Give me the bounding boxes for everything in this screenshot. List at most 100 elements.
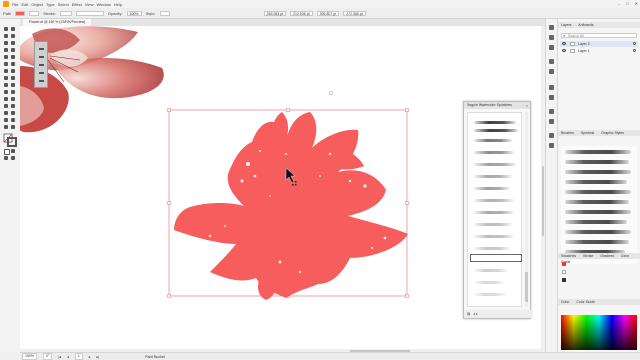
tab-color[interactable]: Color [561,300,569,304]
red-flower-shape[interactable] [174,112,408,300]
transform-icon[interactable] [549,45,554,50]
menu-effect[interactable]: Effect [72,2,82,7]
brush-item[interactable] [474,187,510,190]
brush-item[interactable] [474,211,514,214]
pen-tool-icon[interactable] [4,41,8,45]
brush-item[interactable] [565,190,631,194]
tab-brushes[interactable]: Brushes [561,131,574,135]
brush-item[interactable] [474,129,518,132]
pencil-tool-icon[interactable] [4,62,8,66]
tab-stroke[interactable]: Stroke [583,254,593,258]
brush-library-scrollbar[interactable] [525,112,528,307]
slice-tool-icon[interactable] [4,118,8,122]
blend-tool-icon[interactable] [4,104,8,108]
transparency-icon[interactable] [549,133,554,138]
brush-item[interactable] [474,269,508,272]
draw-mode-icon[interactable] [4,156,8,160]
brushes-list[interactable] [561,146,637,264]
width-tool-icon[interactable] [4,76,8,80]
menu-select[interactable]: Select [58,2,69,7]
y-field[interactable]: 212.536 pt [290,10,313,16]
eraser-tool-icon[interactable] [11,62,15,66]
library-menu-icon[interactable]: ▤ [467,312,470,316]
live-paint-bucket-tool-icon[interactable] [11,83,15,87]
visibility-eye-icon[interactable] [562,42,566,45]
lasso-tool-icon[interactable] [11,34,15,38]
tab-gradient[interactable]: Gradient [600,254,613,258]
style-dropdown[interactable] [159,10,170,16]
tab-swatches[interactable]: Swatches [561,254,576,258]
perspective-grid-tool-icon[interactable] [4,90,8,94]
gradient-tool-icon[interactable] [4,97,8,101]
brush-item[interactable] [565,160,629,164]
gradient-mode-icon[interactable] [11,149,15,153]
properties-icon[interactable] [549,25,554,30]
stroke-weight-field[interactable] [59,10,72,16]
h-field[interactable]: 272.366 pt [343,10,366,16]
selection-tool-icon[interactable] [4,27,8,31]
curvature-tool-icon[interactable] [11,41,15,45]
menu-view[interactable]: View [85,2,94,7]
x-field[interactable]: 289.083 pt [263,10,287,16]
brush-item[interactable] [474,199,514,202]
mesh-tool-icon[interactable] [11,90,15,94]
swatch[interactable] [562,262,566,266]
free-transform-tool-icon[interactable] [11,76,15,80]
brush-definition-dropdown[interactable] [75,10,104,16]
layer-target-icon[interactable] [633,49,636,52]
align-icon[interactable] [549,59,554,64]
zoom-tool-icon[interactable] [4,125,8,129]
menu-type[interactable]: Type [46,2,55,7]
brush-item[interactable] [565,180,627,184]
maximize-icon[interactable]: □ [626,1,628,6]
layer-row-layer-2[interactable]: Layer 2 [560,41,638,47]
appearance-icon[interactable] [549,109,554,114]
flyout-item-icon[interactable] [39,48,44,50]
artboard-number-field[interactable]: 1 [74,353,83,360]
tab-artboards[interactable]: Artboards [578,23,593,27]
brush-item[interactable] [565,220,627,224]
brush-item[interactable] [474,281,504,284]
fill-stroke-icon[interactable] [3,133,17,147]
layers-search-input[interactable]: Search All [561,33,637,38]
scale-tool-icon[interactable] [11,69,15,73]
symbol-sprayer-tool-icon[interactable] [11,104,15,108]
rectangle-tool-icon[interactable] [4,55,8,59]
w-field[interactable]: 305.807 pt [316,10,340,16]
brush-item[interactable] [474,175,512,178]
brush-item[interactable] [474,247,510,250]
menu-help[interactable]: Help [114,2,122,7]
menu-edit[interactable]: Edit [21,2,28,7]
vertical-scroll-thumb[interactable] [542,166,544,236]
stroke-swatch[interactable] [29,10,40,16]
menu-object[interactable]: Object [31,2,43,7]
swatch[interactable] [562,278,566,282]
column-graph-tool-icon[interactable] [4,111,8,115]
brush-item[interactable] [474,293,506,296]
screen-mode-icon[interactable] [11,156,15,160]
pathfinder-icon[interactable] [549,69,554,74]
graphic-styles-icon[interactable] [549,119,554,124]
artboard-tool-icon[interactable] [11,111,15,115]
menu-window[interactable]: Window [96,2,110,7]
menu-file[interactable]: File [12,2,18,7]
brush-item[interactable] [474,151,514,154]
layer-target-icon[interactable] [633,42,636,45]
hand-tool-icon[interactable] [11,118,15,122]
brush-item[interactable] [474,223,512,226]
brush-item[interactable] [474,163,516,166]
brush-item[interactable] [474,121,516,124]
edit-toolbar-icon[interactable] [11,125,15,129]
flyout-item-icon[interactable] [39,72,44,74]
next-artboard-icon[interactable]: ▸ [89,355,91,359]
close-icon[interactable]: ✕ [635,1,638,6]
brush-item[interactable] [565,230,631,234]
layer-row-layer-1[interactable]: Layer 1 [560,48,638,54]
document-tab[interactable]: Flower.ai @ 150 % (CMYK/Preview) [23,19,92,26]
stroke-icon[interactable] [549,143,554,148]
last-artboard-icon[interactable]: ▸| [96,355,99,359]
direct-selection-tool-icon[interactable] [11,27,15,31]
brush-item[interactable] [565,240,629,244]
tab-layers[interactable]: Layers [561,23,572,27]
eyedropper-tool-icon[interactable] [11,97,15,101]
